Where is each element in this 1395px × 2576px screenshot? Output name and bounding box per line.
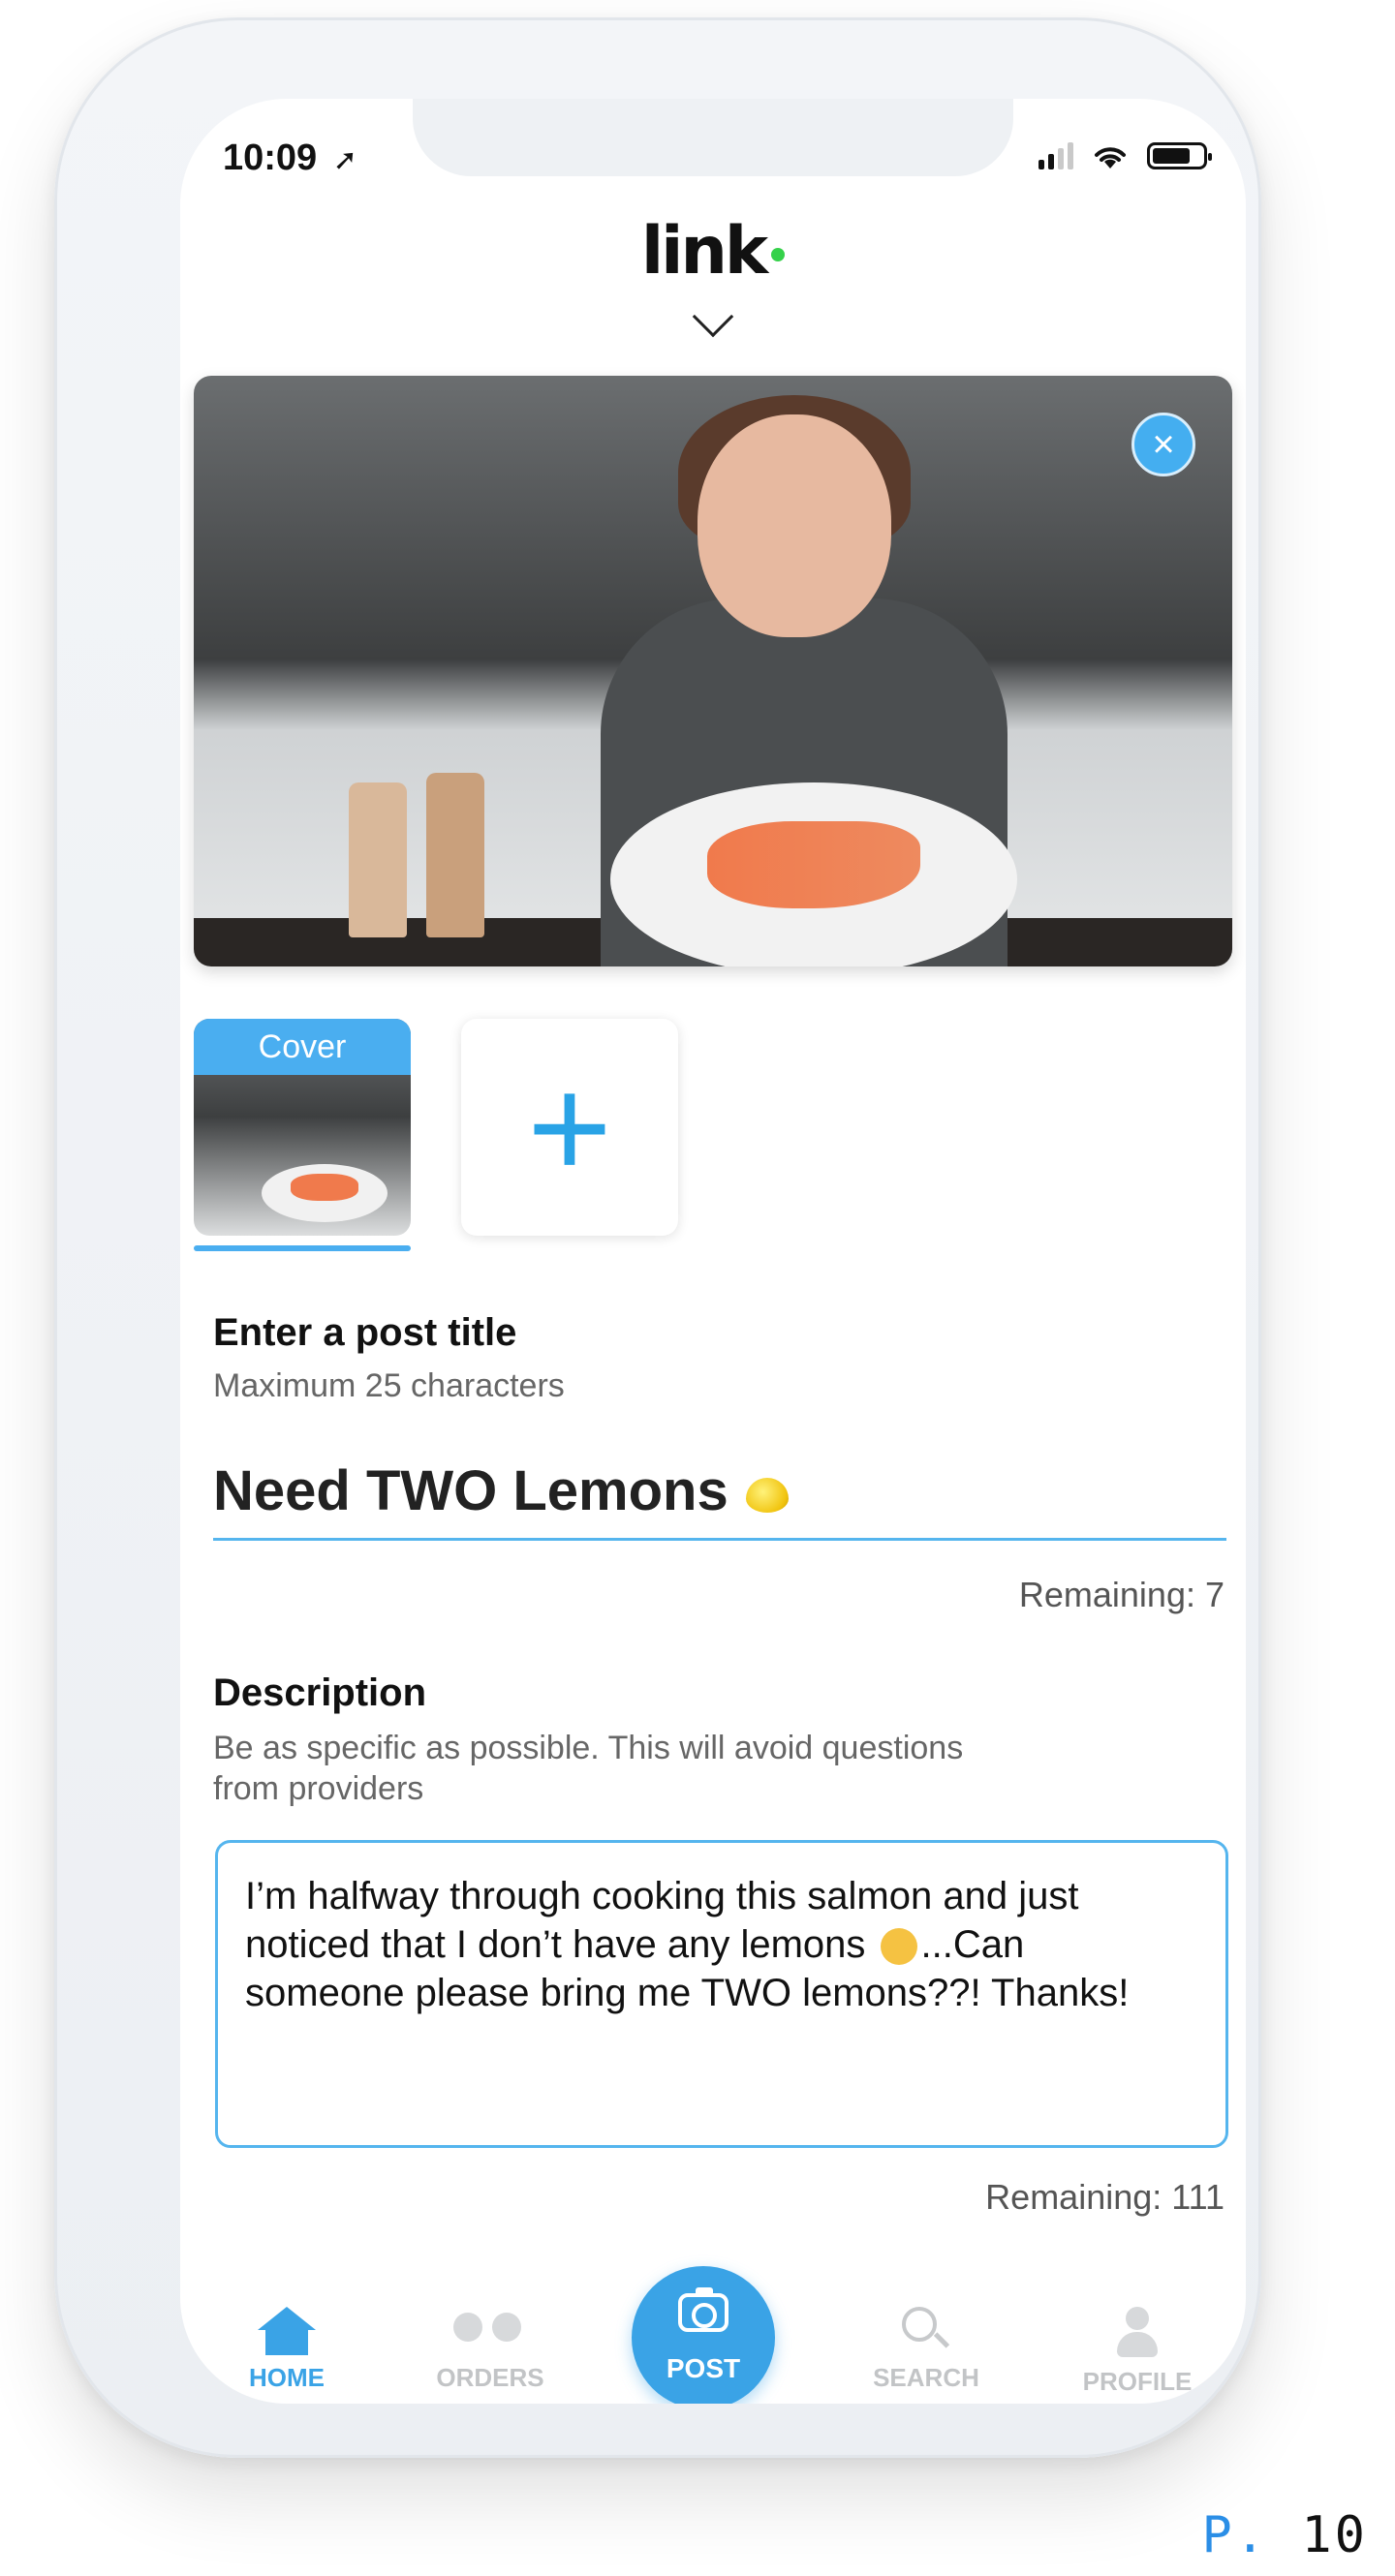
- thumbnail-salmon: [291, 1174, 358, 1201]
- page-number: P. 10: [1201, 2506, 1368, 2564]
- orders-icon: [453, 2307, 527, 2355]
- description-line-3: someone please bring me TWO lemons??! Th…: [245, 1972, 1130, 2014]
- cover-thumbnail[interactable]: Cover: [194, 1019, 411, 1236]
- description-hint-line-1: Be as specific as possible. This will av…: [213, 1730, 964, 1766]
- camera-icon: [678, 2287, 728, 2332]
- wifi-icon: [1095, 147, 1126, 169]
- tab-search-label: SEARCH: [873, 2363, 979, 2392]
- status-time-text: 10:09: [223, 138, 318, 178]
- photo-face: [698, 414, 891, 637]
- status-time: 10:09 ➚: [223, 138, 357, 179]
- app-screen: 10:09 ➚ link × Cover + Enter a post titl…: [180, 99, 1246, 2404]
- description-textarea[interactable]: I’m halfway through cooking this salmon …: [215, 1840, 1228, 2148]
- page-stage: 10:09 ➚ link × Cover + Enter a post titl…: [0, 0, 1395, 2576]
- home-icon: [258, 2307, 316, 2355]
- battery-icon: [1147, 142, 1212, 169]
- close-icon: ×: [1152, 423, 1175, 466]
- description-line-1: I’m halfway through cooking this salmon …: [245, 1875, 1079, 1917]
- title-remaining-count: Remaining: 7: [1018, 1575, 1224, 1614]
- photo-salmon: [707, 821, 920, 908]
- plus-icon: +: [527, 1046, 612, 1209]
- tab-profile[interactable]: PROFILE: [1040, 2307, 1234, 2397]
- search-icon: [902, 2307, 950, 2355]
- cover-label: Cover: [194, 1019, 411, 1075]
- page-number-prefix: P.: [1201, 2506, 1269, 2564]
- description-line-2a: noticed that I don’t have any lemons: [245, 1923, 866, 1966]
- title-label: Enter a post title: [213, 1311, 517, 1354]
- add-photo-button[interactable]: +: [461, 1019, 678, 1236]
- crying-emoji-icon: [880, 1928, 917, 1966]
- app-logo-text: link: [640, 213, 768, 290]
- photo-pepper-shaker: [426, 773, 484, 937]
- photo-salt-shaker: [349, 782, 407, 937]
- remove-photo-button[interactable]: ×: [1132, 413, 1195, 476]
- lemon-emoji-icon: [745, 1477, 789, 1513]
- page-number-value: 10: [1301, 2506, 1368, 2564]
- post-title-input[interactable]: Need TWO Lemons: [213, 1458, 789, 1523]
- description-label: Description: [213, 1671, 427, 1714]
- description-hint-line-2: from providers: [213, 1770, 424, 1807]
- chevron-down-icon[interactable]: [692, 295, 734, 338]
- tab-home-label: HOME: [249, 2363, 325, 2392]
- location-arrow-icon: ➚: [332, 144, 357, 176]
- status-icons: [1038, 141, 1212, 170]
- tab-orders[interactable]: ORDERS: [393, 2307, 587, 2393]
- description-line-2b: ...Can: [920, 1923, 1025, 1966]
- tab-profile-label: PROFILE: [1082, 2367, 1193, 2396]
- description-hint: Be as specific as possible. This will av…: [213, 1728, 963, 1809]
- app-logo[interactable]: link: [180, 213, 1246, 290]
- profile-icon: [1113, 2307, 1162, 2359]
- post-button[interactable]: POST: [632, 2266, 775, 2404]
- title-input-underline: [213, 1538, 1226, 1541]
- logo-dot-icon: [771, 248, 786, 262]
- cellular-signal-icon: [1038, 142, 1073, 169]
- phone-frame: 10:09 ➚ link × Cover + Enter a post titl…: [54, 17, 1261, 2458]
- description-remaining-count: Remaining: 111: [985, 2177, 1224, 2217]
- tab-orders-label: ORDERS: [436, 2363, 544, 2392]
- cover-photo-preview: ×: [194, 376, 1232, 966]
- phone-notch: [413, 99, 1013, 176]
- cover-selected-indicator: [194, 1245, 411, 1251]
- post-title-text: Need TWO Lemons: [213, 1459, 728, 1522]
- description-line-2: noticed that I don’t have any lemons ...…: [245, 1920, 1198, 1969]
- title-hint: Maximum 25 characters: [213, 1367, 565, 1404]
- tab-search[interactable]: SEARCH: [829, 2307, 1023, 2393]
- post-button-label: POST: [666, 2353, 741, 2383]
- tab-home[interactable]: HOME: [190, 2307, 384, 2393]
